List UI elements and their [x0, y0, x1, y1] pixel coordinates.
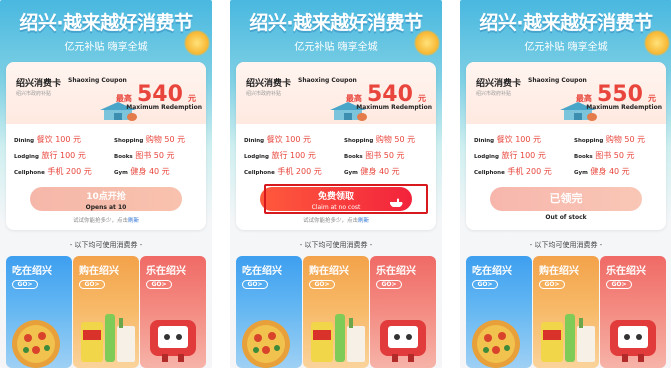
max-label: 最高 — [115, 94, 132, 103]
max-redemption-en: Maximum Redemption — [126, 104, 202, 111]
pizza-icon — [242, 320, 290, 368]
category-shopping: Shopping 购物 50 元 — [344, 135, 416, 144]
hand-pointer-icon — [390, 198, 403, 207]
go-button[interactable]: GO> — [539, 280, 565, 289]
category-books: Books 图书 50 元 — [574, 151, 635, 160]
go-button[interactable]: GO> — [376, 280, 402, 289]
pizza-icon — [472, 320, 520, 368]
category-dining: Dining 餐饮 100 元 — [244, 135, 312, 144]
banner-subtitle: 亿元补贴 嗨享全城 — [294, 42, 378, 53]
category-gym: Gym 健身 40 元 — [114, 167, 170, 176]
go-button[interactable]: GO> — [146, 280, 172, 289]
category-shopping: Shopping 购物 50 元 — [114, 135, 186, 144]
pizza-icon — [12, 320, 60, 368]
tile-dining[interactable]: 吃在绍兴 GO> — [236, 256, 302, 368]
coupon-name: 绍兴消费卡 — [246, 79, 292, 89]
category-dining: Dining 餐饮 100 元 — [474, 135, 542, 144]
category-gym: Gym 健身 40 元 — [574, 167, 630, 176]
flower-decoration — [184, 30, 210, 56]
game-console-icon — [150, 320, 196, 362]
refresh-hint: 试试你能抢多少，点击刷新 — [302, 218, 370, 224]
category-cellphone: Cellphone 手机 200 元 — [474, 167, 552, 176]
snacks-icon — [311, 314, 365, 362]
category-cellphone: Cellphone 手机 200 元 — [244, 167, 322, 176]
game-console-icon — [380, 320, 426, 362]
coupon-card: 绍兴消费卡 Shaoxing Coupon 绍兴市政府补贴 最高 540 元 M… — [6, 62, 206, 230]
go-button[interactable]: GO> — [606, 280, 632, 289]
coupon-issuer: 绍兴市政府补贴 — [476, 91, 512, 97]
max-label: 最高 — [575, 94, 592, 103]
coupon-name: 绍兴消费卡 — [16, 79, 62, 89]
max-unit: 元 — [418, 94, 426, 103]
category-shopping: Shopping 购物 50 元 — [574, 135, 646, 144]
cta-subtitle: Out of stock — [545, 214, 587, 221]
snacks-icon — [81, 314, 135, 362]
tile-entertainment[interactable]: 乐在绍兴 GO> — [600, 256, 666, 368]
coupon-card: 绍兴消费卡 Shaoxing Coupon 绍兴市政府补贴 最高 540 元 M… — [236, 62, 436, 230]
refresh-hint: 试试你能抢多少，点击刷新 — [72, 218, 140, 224]
flower-decoration — [644, 30, 670, 56]
max-unit: 元 — [648, 94, 656, 103]
category-books: Books 图书 50 元 — [344, 151, 405, 160]
max-label: 最高 — [345, 94, 362, 103]
out-of-stock-button[interactable]: 已领完 — [490, 187, 642, 211]
banner-subtitle: 亿元补贴 嗨享全城 — [524, 42, 608, 53]
tile-shopping[interactable]: 购在绍兴 GO> — [73, 256, 139, 368]
category-lodging: Lodging 旅行 100 元 — [244, 151, 316, 160]
category-lodging: Lodging 旅行 100 元 — [474, 151, 546, 160]
go-button[interactable]: GO> — [242, 280, 268, 289]
category-dining: Dining 餐饮 100 元 — [14, 135, 82, 144]
coupon-card: 绍兴消费卡 Shaoxing Coupon 绍兴市政府补贴 最高 550 元 M… — [466, 62, 666, 230]
go-button[interactable]: GO> — [472, 280, 498, 289]
coupon-name: 绍兴消费卡 — [476, 79, 522, 89]
category-lodging: Lodging 旅行 100 元 — [14, 151, 86, 160]
coupon-issuer: 绍兴市政府补贴 — [16, 91, 52, 97]
go-button[interactable]: GO> — [12, 280, 38, 289]
banner-subtitle: 亿元补贴 嗨享全城 — [64, 42, 148, 53]
tile-shopping[interactable]: 购在绍兴 GO> — [533, 256, 599, 368]
banner-title: 绍兴·越来越好消费节 — [19, 12, 193, 34]
category-books: Books 图书 50 元 — [114, 151, 175, 160]
max-redemption-en: Maximum Redemption — [356, 104, 432, 111]
max-unit: 元 — [188, 94, 196, 103]
snacks-icon — [541, 314, 595, 362]
cta-subtitle: Opens at 10 — [85, 204, 127, 211]
category-gym: Gym 健身 40 元 — [344, 167, 400, 176]
section-title: - 以下均可使用消费券 - — [529, 241, 603, 249]
game-console-icon — [610, 320, 656, 362]
screen-before-open: 绍兴·越来越好消费节 亿元补贴 嗨享全城 绍兴消费卡 Shaoxing Coup… — [0, 0, 212, 368]
refresh-link[interactable]: 刷新 — [128, 218, 139, 224]
section-title: - 以下均可使用消费券 - — [69, 241, 143, 249]
flower-decoration — [414, 30, 440, 56]
tile-dining[interactable]: 吃在绍兴 GO> — [466, 256, 532, 368]
tile-entertainment[interactable]: 乐在绍兴 GO> — [140, 256, 206, 368]
category-cellphone: Cellphone 手机 200 元 — [14, 167, 92, 176]
tile-dining[interactable]: 吃在绍兴 GO> — [6, 256, 72, 368]
banner-title: 绍兴·越来越好消费节 — [479, 12, 653, 34]
section-title: - 以下均可使用消费券 - — [299, 241, 373, 249]
refresh-link[interactable]: 刷新 — [358, 218, 369, 224]
tile-shopping[interactable]: 购在绍兴 GO> — [303, 256, 369, 368]
coupon-issuer: 绍兴市政府补贴 — [246, 91, 282, 97]
go-button[interactable]: GO> — [79, 280, 105, 289]
max-redemption-en: Maximum Redemption — [586, 104, 662, 111]
go-button[interactable]: GO> — [309, 280, 335, 289]
screen-out-of-stock: 绍兴·越来越好消费节 亿元补贴 嗨享全城 绍兴消费卡 Shaoxing Coup… — [460, 0, 671, 368]
tile-entertainment[interactable]: 乐在绍兴 GO> — [370, 256, 436, 368]
banner-title: 绍兴·越来越好消费节 — [249, 12, 423, 34]
screen-claim-free: 绍兴·越来越好消费节 亿元补贴 嗨享全城 绍兴消费卡 Shaoxing Coup… — [230, 0, 442, 368]
